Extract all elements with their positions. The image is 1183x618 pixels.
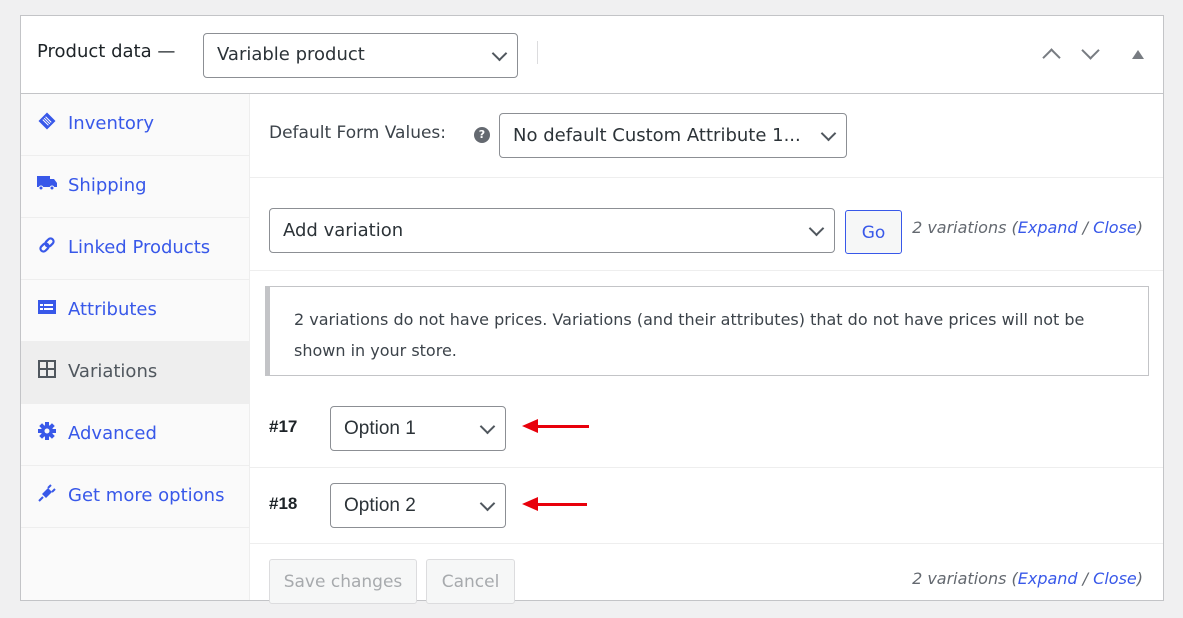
row-divider: [250, 270, 1163, 271]
chevron-down-icon: [808, 220, 825, 237]
variation-attribute-select[interactable]: Option 1: [330, 406, 506, 451]
header-divider: [537, 41, 538, 64]
inventory-tag-icon: [38, 112, 56, 130]
default-attribute-select[interactable]: No default Custom Attribute 1...: [499, 113, 847, 158]
missing-prices-notice: 2 variations do not have prices. Variati…: [265, 286, 1149, 376]
default-attribute-value: No default Custom Attribute 1...: [513, 125, 801, 146]
sidebar-item-inventory[interactable]: Inventory: [21, 94, 249, 156]
move-down-icon[interactable]: [1081, 41, 1100, 60]
expand-link[interactable]: Expand: [1018, 569, 1078, 588]
variations-panel: Default Form Values: ? No default Custom…: [250, 94, 1163, 604]
sidebar-item-advanced[interactable]: Advanced: [21, 404, 249, 466]
sidebar-item-get-more-options[interactable]: Get more options: [21, 466, 249, 528]
variations-count-text: 2 variations (: [912, 569, 1018, 588]
variation-attribute-select[interactable]: Option 2: [330, 483, 506, 528]
variations-count-text: 2 variations (: [912, 218, 1018, 237]
chevron-down-icon: [479, 495, 496, 512]
divider-text: /: [1077, 569, 1094, 588]
chevron-down-icon: [491, 45, 508, 62]
product-data-panel: Product data — Variable product Inventor…: [20, 15, 1164, 604]
sidebar-item-label: Inventory: [68, 113, 154, 134]
move-up-icon[interactable]: [1042, 48, 1061, 67]
gear-icon: [38, 422, 56, 440]
sidebar-item-linked-products[interactable]: Linked Products: [21, 218, 249, 280]
variations-count-top: 2 variations (Expand / Close): [912, 218, 1143, 237]
notice-text: 2 variations do not have prices. Variati…: [294, 310, 1085, 360]
annotation-arrow-icon: [522, 497, 587, 511]
cancel-button[interactable]: Cancel: [426, 559, 515, 604]
add-variation-value: Add variation: [283, 220, 404, 241]
sidebar-item-attributes[interactable]: Attributes: [21, 280, 249, 342]
product-data-tabs: Inventory Shipping Linked Products Attri…: [21, 94, 250, 600]
list-table-icon: [38, 300, 56, 314]
variation-attribute-value: Option 2: [344, 495, 416, 516]
save-changes-button[interactable]: Save changes: [269, 559, 417, 604]
add-variation-select[interactable]: Add variation: [269, 208, 835, 253]
chevron-down-icon: [820, 125, 837, 142]
product-type-value: Variable product: [217, 44, 365, 65]
variation-attribute-value: Option 1: [344, 418, 416, 439]
panel-title: Product data —: [37, 41, 176, 62]
go-button[interactable]: Go: [845, 210, 902, 254]
panel-header: Product data — Variable product: [21, 16, 1163, 94]
expand-link[interactable]: Expand: [1018, 218, 1078, 237]
close-paren: ): [1136, 569, 1143, 588]
truck-icon: [37, 176, 57, 191]
default-form-values-label: Default Form Values:: [269, 123, 447, 143]
variation-id: #17: [269, 417, 298, 436]
grid-icon: [38, 360, 56, 378]
row-divider: [250, 177, 1163, 178]
sidebar-item-label: Advanced: [68, 423, 157, 444]
sidebar-item-shipping[interactable]: Shipping: [21, 156, 249, 218]
variations-count-bottom: 2 variations (Expand / Close): [912, 569, 1143, 588]
divider-text: /: [1077, 218, 1094, 237]
row-divider: [250, 467, 1163, 468]
close-link[interactable]: Close: [1093, 218, 1137, 237]
product-type-select[interactable]: Variable product: [203, 33, 518, 78]
sidebar-item-label: Linked Products: [68, 237, 211, 258]
close-paren: ): [1136, 218, 1143, 237]
variation-id: #18: [269, 494, 298, 513]
help-icon[interactable]: ?: [474, 127, 490, 143]
row-divider: [250, 543, 1163, 544]
chevron-down-icon: [479, 418, 496, 435]
annotation-arrow-icon: [522, 419, 589, 433]
sidebar-item-variations[interactable]: Variations: [21, 342, 249, 404]
sidebar-item-label: Get more options: [68, 485, 225, 506]
collapse-triangle-icon[interactable]: [1132, 50, 1144, 59]
plugin-icon: [38, 484, 56, 502]
close-link[interactable]: Close: [1093, 569, 1137, 588]
link-icon: [39, 237, 55, 253]
sidebar-item-label: Variations: [68, 361, 158, 382]
sidebar-item-label: Shipping: [68, 175, 147, 196]
sidebar-item-label: Attributes: [68, 299, 157, 320]
